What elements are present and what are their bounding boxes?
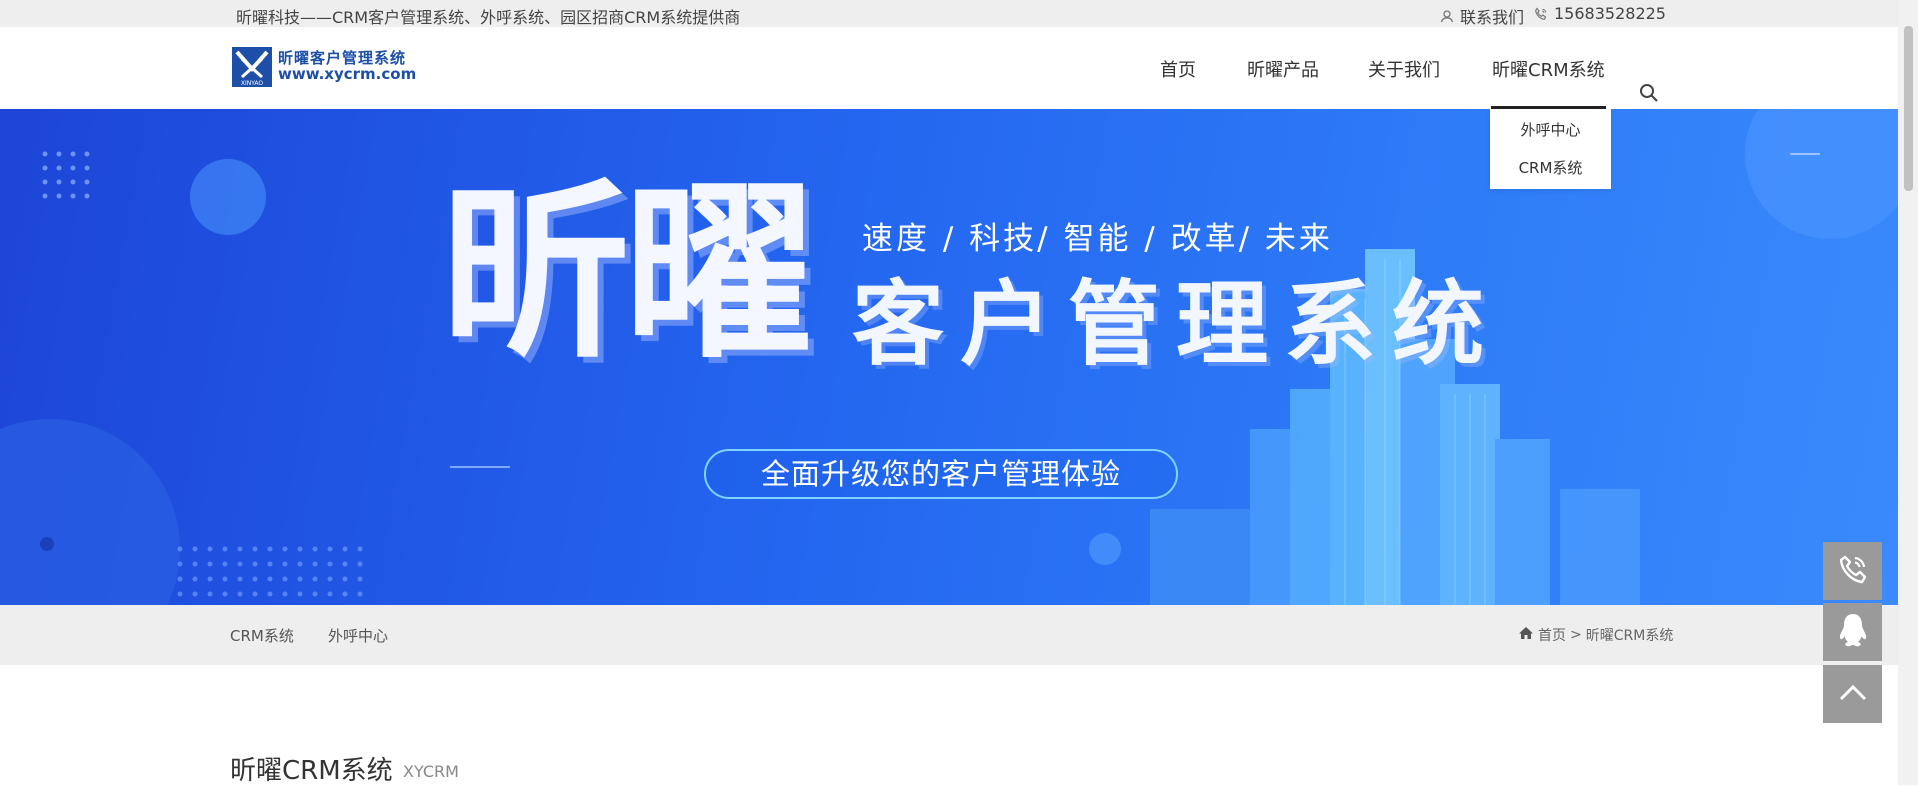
contact-us-link[interactable]: 联系我们 xyxy=(1440,4,1524,28)
site-logo[interactable]: XINYAO 昕曜客户管理系统 www.xycrm.com xyxy=(232,47,416,87)
scrollbar-thumb[interactable] xyxy=(1904,26,1913,191)
site-header: XINYAO 昕曜客户管理系统 www.xycrm.com 首页 昕曜产品 关于… xyxy=(0,27,1898,109)
logo-mark-text: XINYAO xyxy=(241,80,264,87)
hero-banner: 昕曜 速度 / 科技/ 智能 / 改革/ 未来 客户管理系统 全面升级您的客户管… xyxy=(0,109,1898,605)
user-icon xyxy=(1440,9,1454,23)
phone-icon xyxy=(1534,6,1548,21)
subnav-item-call-center[interactable]: 外呼中心 xyxy=(328,625,388,646)
banner-big-title: 昕曜 xyxy=(440,163,814,384)
logo-mark: XINYAO xyxy=(232,47,272,87)
section-title: 昕曜CRM系统 xyxy=(230,756,393,786)
nav-item-home[interactable]: 首页 xyxy=(1160,56,1196,82)
banner-sub-title: 客户管理系统 xyxy=(852,271,1501,378)
chevron-up-icon xyxy=(1838,682,1868,706)
sub-navigation-bar: CRM系统 外呼中心 首页 > 昕曜CRM系统 xyxy=(0,605,1898,665)
contact-us-label: 联系我们 xyxy=(1460,8,1525,27)
subnav-item-crm-system[interactable]: CRM系统 xyxy=(230,625,294,646)
breadcrumb: 首页 > 昕曜CRM系统 xyxy=(1518,625,1673,645)
side-phone-button[interactable] xyxy=(1823,542,1882,600)
side-qq-button[interactable] xyxy=(1823,603,1882,661)
nav-item-crm-system[interactable]: 昕曜CRM系统 xyxy=(1492,56,1605,82)
qq-penguin-icon xyxy=(1838,612,1868,652)
crm-dropdown-menu: 外呼中心 CRM系统 xyxy=(1490,109,1611,189)
search-icon[interactable] xyxy=(1639,83,1659,107)
logo-url: www.xycrm.com xyxy=(278,65,417,83)
home-icon xyxy=(1518,626,1534,644)
company-slogan: 昕曜科技——CRM客户管理系统、外呼系统、园区招商CRM系统提供商 xyxy=(236,8,741,27)
nav-item-products[interactable]: 昕曜产品 xyxy=(1247,56,1319,82)
dropdown-item-crm-system[interactable]: CRM系统 xyxy=(1490,157,1611,178)
section-subtitle: XYCRM xyxy=(403,762,459,781)
phone-link[interactable]: 15683528225 xyxy=(1534,4,1666,23)
phone-call-icon xyxy=(1836,552,1870,590)
phone-number: 15683528225 xyxy=(1554,4,1666,23)
breadcrumb-separator: > xyxy=(1570,627,1582,643)
breadcrumb-current: 昕曜CRM系统 xyxy=(1585,628,1674,644)
top-utility-bar: 昕曜科技——CRM客户管理系统、外呼系统、园区招商CRM系统提供商 联系我们 1… xyxy=(0,0,1898,27)
breadcrumb-home[interactable]: 首页 xyxy=(1538,625,1566,645)
dropdown-item-call-center[interactable]: 外呼中心 xyxy=(1490,119,1611,140)
banner-tagline: 速度 / 科技/ 智能 / 改革/ 未来 xyxy=(862,221,1333,257)
back-to-top-button[interactable] xyxy=(1823,665,1882,723)
page-scrollbar[interactable] xyxy=(1898,0,1918,785)
nav-item-about[interactable]: 关于我们 xyxy=(1368,56,1440,82)
banner-pill: 全面升级您的客户管理体验 xyxy=(704,449,1178,499)
